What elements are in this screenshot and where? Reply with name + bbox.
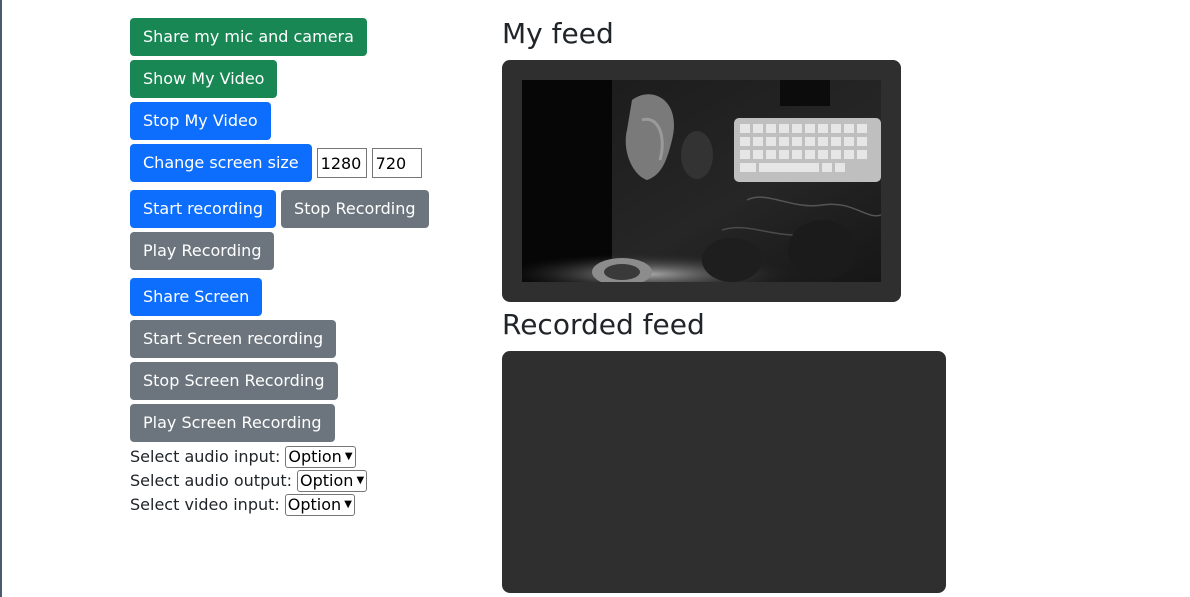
play-screen-recording-button[interactable]: Play Screen Recording: [130, 404, 335, 442]
video-input-value: Option: [287, 495, 342, 514]
controls-panel: Share my mic and camera Show My Video St…: [130, 18, 460, 517]
video-input-select[interactable]: Option ▼: [284, 494, 355, 516]
change-screen-size-button[interactable]: Change screen size: [130, 144, 312, 182]
stop-screen-recording-button[interactable]: Stop Screen Recording: [130, 362, 338, 400]
chevron-down-icon: ▼: [356, 475, 365, 486]
share-screen-button[interactable]: Share Screen: [130, 278, 263, 316]
chevron-down-icon: ▼: [344, 499, 352, 510]
left-border: [0, 0, 2, 597]
screen-height-input[interactable]: [371, 148, 422, 178]
audio-output-select[interactable]: Option ▼: [297, 470, 368, 492]
audio-input-select[interactable]: Option ▼: [285, 446, 356, 468]
start-screen-recording-button[interactable]: Start Screen recording: [130, 320, 337, 358]
audio-output-value: Option: [300, 471, 354, 490]
video-input-label: Select video input:: [130, 495, 280, 514]
audio-input-value: Option: [288, 447, 342, 466]
start-recording-button[interactable]: Start recording: [130, 190, 277, 228]
audio-output-label: Select audio output:: [130, 471, 293, 490]
audio-input-label: Select audio input:: [130, 447, 281, 466]
my-feed-video: [522, 80, 881, 282]
recorded-feed-heading: Recorded feed: [502, 308, 705, 341]
recorded-feed-player[interactable]: [502, 351, 946, 593]
screen-width-input[interactable]: [316, 148, 367, 178]
video-input-row: Select video input: Option ▼: [130, 493, 460, 517]
my-feed-heading: My feed: [502, 17, 614, 50]
audio-output-row: Select audio output: Option ▼: [130, 469, 460, 493]
play-recording-button[interactable]: Play Recording: [130, 232, 275, 270]
audio-input-row: Select audio input: Option ▼: [130, 445, 460, 469]
share-mic-camera-button[interactable]: Share my mic and camera: [130, 18, 367, 56]
stop-recording-button[interactable]: Stop Recording: [281, 190, 429, 228]
webcam-frame-image: [522, 80, 881, 282]
my-feed-player[interactable]: [502, 60, 901, 302]
stop-my-video-button[interactable]: Stop My Video: [130, 102, 271, 140]
show-my-video-button[interactable]: Show My Video: [130, 60, 278, 98]
chevron-down-icon: ▼: [344, 451, 353, 462]
